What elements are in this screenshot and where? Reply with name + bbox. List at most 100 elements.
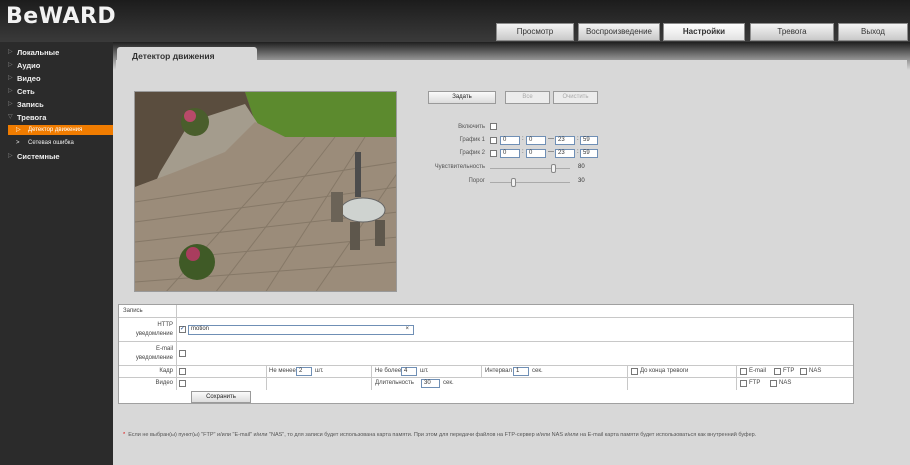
schedule1-to-minute[interactable]: 59: [580, 136, 598, 145]
chevron-right-icon: ▷: [8, 153, 13, 159]
sidebar-item-label: Аудио: [17, 61, 41, 70]
sidebar-subitem-label: Сетевая ошибка: [28, 140, 74, 146]
sidebar-item-video[interactable]: ▷ Видео: [0, 73, 113, 84]
clear-icon[interactable]: ×: [405, 326, 409, 333]
video-ftp-checkbox[interactable]: [740, 380, 747, 387]
video-nas-checkbox[interactable]: [770, 380, 777, 387]
page-tab-motion-detector[interactable]: Детектор движения: [117, 47, 257, 65]
video-row: Видео Длительность 30 сек. FTP NAS: [119, 378, 853, 390]
frame-email-label: E-mail: [749, 368, 767, 374]
frame-ftp-label: FTP: [783, 368, 795, 374]
schedule1-from-hour[interactable]: 0: [500, 136, 520, 145]
chevron-right-icon: ▷: [8, 88, 13, 94]
video-duration-unit: сек.: [443, 380, 454, 386]
frame-min-input[interactable]: 2: [296, 367, 312, 376]
table-divider: [266, 366, 267, 390]
frame-nas-checkbox[interactable]: [800, 368, 807, 375]
sidebar-item-alarm[interactable]: ▽ Тревога: [0, 112, 113, 123]
sidebar-subitem-label: Детектор движения: [28, 127, 83, 133]
frame-label: Кадр: [159, 368, 173, 374]
sidebar-item-label: Системные: [17, 152, 60, 161]
chevron-right-icon: ▷: [8, 75, 13, 81]
till-end-label: До конца тревоги: [640, 368, 689, 374]
note-asterisk: *: [123, 432, 126, 438]
range-separator: —: [548, 136, 554, 142]
table-divider: [627, 366, 628, 390]
frame-row: Кадр Не менее 2 шт. Не более 4 шт. Интер…: [119, 366, 853, 378]
frame-checkbox[interactable]: [179, 368, 186, 375]
frame-max-input[interactable]: 4: [401, 367, 417, 376]
http-checkbox[interactable]: ✓: [179, 326, 186, 333]
frame-interval-label: Интервал: [485, 368, 512, 374]
tab-exit[interactable]: Выход: [838, 23, 908, 41]
schedule1-checkbox[interactable]: [490, 137, 497, 144]
camera-preview[interactable]: [134, 91, 397, 292]
sidebar-item-local[interactable]: ▷ Локальные: [0, 47, 113, 58]
record-title: Запись: [123, 308, 143, 314]
schedule1-label: График 1: [459, 137, 485, 143]
sidebar-item-system[interactable]: ▷ Системные: [0, 151, 113, 162]
tab-alarm[interactable]: Тревога: [750, 23, 834, 41]
threshold-label: Порог: [468, 178, 485, 184]
time-separator: :: [577, 149, 579, 155]
frame-interval-unit: сек.: [532, 368, 543, 374]
select-all-button[interactable]: Все: [505, 91, 550, 104]
schedule2-label: График 2: [459, 150, 485, 156]
http-value-text: motion: [191, 326, 210, 332]
http-value-input[interactable]: motion ×: [188, 325, 414, 335]
sidebar-item-label: Видео: [17, 74, 41, 83]
tab-playback[interactable]: Воспроизведение: [578, 23, 660, 41]
chevron-right-icon: ▷: [8, 62, 13, 68]
save-button[interactable]: Сохранить: [191, 391, 251, 403]
app-window: BeWARD Просмотр Воспроизведение Настройк…: [0, 0, 910, 465]
sidebar-item-audio[interactable]: ▷ Аудио: [0, 60, 113, 71]
sidebar-subitem-motion-detector[interactable]: ▷ Детектор движения: [8, 125, 113, 135]
sidebar-item-network[interactable]: ▷ Сеть: [0, 86, 113, 97]
time-separator: :: [522, 136, 524, 142]
tab-view[interactable]: Просмотр: [496, 23, 574, 41]
frame-email-checkbox[interactable]: [740, 368, 747, 375]
schedule1-from-minute[interactable]: 0: [526, 136, 546, 145]
sensitivity-slider[interactable]: [490, 168, 570, 169]
frame-ftp-checkbox[interactable]: [774, 368, 781, 375]
email-label: E-mail уведомление: [135, 346, 173, 361]
frame-max-unit: шт.: [420, 368, 429, 374]
set-area-button[interactable]: Задать: [428, 91, 496, 104]
schedule1-to-hour[interactable]: 23: [555, 136, 575, 145]
table-divider: [481, 366, 482, 378]
clear-area-button[interactable]: Очистить: [553, 91, 598, 104]
sidebar-subitem-network-error[interactable]: > Сетевая ошибка: [8, 138, 113, 148]
video-checkbox[interactable]: [179, 380, 186, 387]
time-separator: :: [577, 136, 579, 142]
range-separator: —: [548, 149, 554, 155]
enable-checkbox[interactable]: [490, 123, 497, 130]
threshold-slider-thumb[interactable]: [511, 178, 516, 187]
sidebar-item-record[interactable]: ▷ Запись: [0, 99, 113, 110]
tab-settings[interactable]: Настройки: [663, 23, 745, 41]
table-divider: [176, 305, 177, 390]
email-row: E-mail уведомление: [119, 342, 853, 366]
email-checkbox[interactable]: [179, 350, 186, 357]
header-bar: BeWARD Просмотр Воспроизведение Настройк…: [0, 0, 910, 42]
chevron-right-icon: ▷: [8, 101, 13, 107]
schedule2-from-hour[interactable]: 0: [500, 149, 520, 158]
schedule2-to-minute[interactable]: 59: [580, 149, 598, 158]
sidebar-item-label: Тревога: [17, 113, 47, 122]
threshold-slider[interactable]: [490, 182, 570, 183]
frame-interval-input[interactable]: 1: [513, 367, 529, 376]
chevron-right-icon: >: [16, 140, 20, 146]
chevron-right-icon: ▷: [16, 127, 21, 133]
record-settings-table: Запись HTTP уведомление ✓ motion × E-mail…: [118, 304, 854, 404]
sensitivity-label: Чувствительность: [434, 164, 485, 170]
schedule2-to-hour[interactable]: 23: [555, 149, 575, 158]
schedule2-from-minute[interactable]: 0: [526, 149, 546, 158]
till-end-checkbox[interactable]: [631, 368, 638, 375]
sensitivity-slider-thumb[interactable]: [551, 164, 556, 173]
sidebar: ▷ Локальные ▷ Аудио ▷ Видео ▷ Сеть ▷ Запись ▽…: [0, 42, 113, 465]
memory-card-note: * Если не выбран(ы) пункт(ы) "FTP" и/или…: [123, 430, 883, 440]
video-duration-input[interactable]: 30: [421, 379, 440, 388]
schedule2-checkbox[interactable]: [490, 150, 497, 157]
video-nas-label: NAS: [779, 380, 792, 386]
enable-label: Включить: [458, 124, 485, 130]
time-separator: :: [522, 149, 524, 155]
